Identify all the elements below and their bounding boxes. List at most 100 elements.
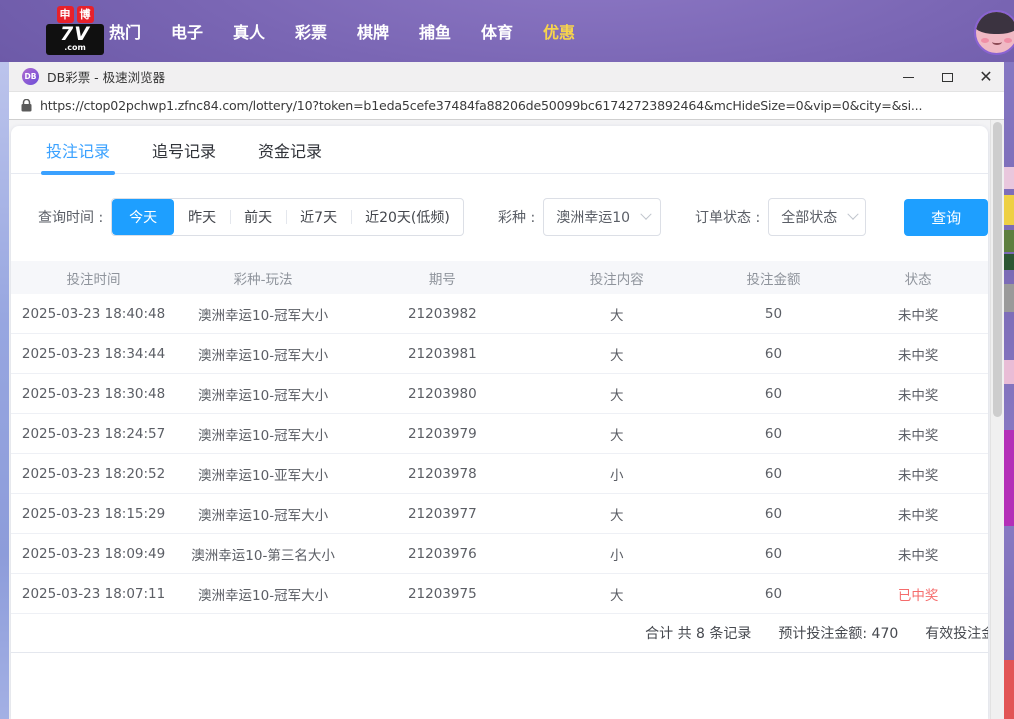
cell-status: 未中奖 xyxy=(848,384,988,404)
header-cell-状态: 状态 xyxy=(848,268,988,288)
table-row[interactable]: 2025-03-23 18:20:52澳洲幸运10-亚军大小21203978小6… xyxy=(11,454,988,494)
cell-time: 2025-03-23 18:07:11 xyxy=(11,586,176,602)
logo-main: 7V .com xyxy=(46,24,104,55)
minimize-button[interactable] xyxy=(900,69,916,85)
table-row[interactable]: 2025-03-23 18:30:48澳洲幸运10-冠军大小21203980大6… xyxy=(11,374,988,414)
cell-content: 大 xyxy=(535,384,699,404)
cell-issue: 21203979 xyxy=(350,426,535,442)
nav-item-棋牌[interactable]: 棋牌 xyxy=(356,19,390,43)
header-cell-投注金额: 投注金额 xyxy=(699,268,848,288)
cell-status: 未中奖 xyxy=(848,344,988,364)
bet-records-table: 投注时间彩种-玩法期号投注内容投注金额状态 2025-03-23 18:40:4… xyxy=(11,261,988,614)
vertical-scrollbar[interactable] xyxy=(990,120,1004,719)
header-cell-投注时间: 投注时间 xyxy=(11,268,176,288)
cell-time: 2025-03-23 18:40:48 xyxy=(11,306,176,322)
cell-game: 澳洲幸运10-冠军大小 xyxy=(176,504,350,524)
nav-item-彩票[interactable]: 彩票 xyxy=(294,19,328,43)
cell-game: 澳洲幸运10-第三名大小 xyxy=(176,544,350,564)
logo-suffix-text: .com xyxy=(48,44,102,54)
cell-issue: 21203982 xyxy=(350,306,535,322)
site-logo[interactable]: 申 博 7V .com xyxy=(46,6,104,55)
cell-amount: 60 xyxy=(699,346,848,362)
background-left-sliver xyxy=(0,62,9,719)
nav-item-热门[interactable]: 热门 xyxy=(108,19,142,43)
table-row[interactable]: 2025-03-23 18:40:48澳洲幸运10-冠军大小21203982大5… xyxy=(11,294,988,334)
cell-issue: 21203980 xyxy=(350,386,535,402)
chevron-down-icon xyxy=(848,209,859,220)
cell-issue: 21203981 xyxy=(350,346,535,362)
time-option-近7天[interactable]: 近7天 xyxy=(286,199,351,235)
summary-expected-amount: 预计投注金额: 470 xyxy=(778,623,898,643)
time-option-昨天[interactable]: 昨天 xyxy=(174,199,230,235)
cell-amount: 60 xyxy=(699,386,848,402)
cell-time: 2025-03-23 18:15:29 xyxy=(11,506,176,522)
summary-valid-amount: 有效投注金额: xyxy=(925,623,988,643)
logo-brand-text: 7V xyxy=(48,24,102,44)
cell-content: 小 xyxy=(535,544,699,564)
cell-content: 大 xyxy=(535,304,699,324)
time-filter-group: 今天昨天前天近7天近20天(低频) xyxy=(111,198,464,236)
cell-game: 澳洲幸运10-冠军大小 xyxy=(176,424,350,444)
chevron-down-icon xyxy=(640,209,651,220)
time-option-近20天(低频)[interactable]: 近20天(低频) xyxy=(351,199,464,235)
cell-amount: 60 xyxy=(699,466,848,482)
time-option-前天[interactable]: 前天 xyxy=(230,199,286,235)
time-option-今天[interactable]: 今天 xyxy=(112,199,174,235)
status-select[interactable]: 全部状态 xyxy=(768,198,866,236)
tab-投注记录[interactable]: 投注记录 xyxy=(46,126,110,173)
maximize-icon xyxy=(942,73,953,82)
cell-time: 2025-03-23 18:20:52 xyxy=(11,466,176,482)
page-background: 投注记录追号记录资金记录 查询时间 : 今天昨天前天近7天近20天(低频) 彩种… xyxy=(9,120,1004,719)
cell-game: 澳洲幸运10-冠军大小 xyxy=(176,584,350,604)
header-cell-投注内容: 投注内容 xyxy=(535,268,699,288)
maximize-button[interactable] xyxy=(939,69,955,85)
cell-issue: 21203975 xyxy=(350,586,535,602)
cell-content: 大 xyxy=(535,424,699,444)
browser-urlbar[interactable]: https://ctop02pchwp1.zfnc84.com/lottery/… xyxy=(9,92,1004,120)
close-button[interactable]: ✕ xyxy=(978,69,994,85)
logo-badge-1: 申 xyxy=(57,6,74,23)
cell-issue: 21203978 xyxy=(350,466,535,482)
site-nav-items: 热门 电子 真人 彩票 棋牌 捕鱼 体育 优惠 xyxy=(108,0,576,62)
table-row[interactable]: 2025-03-23 18:09:49澳洲幸运10-第三名大小21203976小… xyxy=(11,534,988,574)
browser-titlebar[interactable]: DB DB彩票 - 极速浏览器 ✕ xyxy=(9,62,1004,92)
cell-amount: 60 xyxy=(699,426,848,442)
header-cell-期号: 期号 xyxy=(350,268,535,288)
cell-time: 2025-03-23 18:34:44 xyxy=(11,346,176,362)
window-controls: ✕ xyxy=(900,62,994,92)
close-icon: ✕ xyxy=(979,69,992,85)
scrollbar-thumb[interactable] xyxy=(993,122,1002,417)
cell-status: 未中奖 xyxy=(848,464,988,484)
favicon-icon: DB xyxy=(22,68,39,85)
time-filter-label: 查询时间 : xyxy=(38,207,103,227)
logo-badges: 申 博 xyxy=(46,6,104,23)
table-row[interactable]: 2025-03-23 18:24:57澳洲幸运10-冠军大小21203979大6… xyxy=(11,414,988,454)
cell-content: 小 xyxy=(535,464,699,484)
nav-item-优惠[interactable]: 优惠 xyxy=(542,19,576,43)
screen: 申 博 7V .com 热门 电子 真人 彩票 棋牌 捕鱼 体育 优惠 xyxy=(0,0,1014,719)
table-row[interactable]: 2025-03-23 18:07:11澳洲幸运10-冠军大小21203975大6… xyxy=(11,574,988,614)
nav-item-体育[interactable]: 体育 xyxy=(480,19,514,43)
tab-资金记录[interactable]: 资金记录 xyxy=(258,126,322,173)
search-button[interactable]: 查询 xyxy=(904,199,988,236)
tab-追号记录[interactable]: 追号记录 xyxy=(152,126,216,173)
cell-status: 未中奖 xyxy=(848,504,988,524)
cell-issue: 21203976 xyxy=(350,546,535,562)
user-avatar[interactable] xyxy=(974,10,1014,55)
record-tabs: 投注记录追号记录资金记录 xyxy=(11,126,988,174)
table-row[interactable]: 2025-03-23 18:34:44澳洲幸运10-冠军大小21203981大6… xyxy=(11,334,988,374)
cell-issue: 21203977 xyxy=(350,506,535,522)
cell-status: 未中奖 xyxy=(848,544,988,564)
nav-item-真人[interactable]: 真人 xyxy=(232,19,266,43)
table-row[interactable]: 2025-03-23 18:15:29澳洲幸运10-冠军大小21203977大6… xyxy=(11,494,988,534)
lottery-select[interactable]: 澳洲幸运10 xyxy=(543,198,661,236)
summary-bar: 合计 共 8 条记录 预计投注金额: 470 有效投注金额: xyxy=(11,614,988,653)
logo-badge-2: 博 xyxy=(77,6,94,23)
url-text[interactable]: https://ctop02pchwp1.zfnc84.com/lottery/… xyxy=(40,98,922,113)
nav-item-电子[interactable]: 电子 xyxy=(170,19,204,43)
nav-item-捕鱼[interactable]: 捕鱼 xyxy=(418,19,452,43)
lottery-filter-label: 彩种 : xyxy=(498,207,535,227)
cell-content: 大 xyxy=(535,584,699,604)
content-card: 投注记录追号记录资金记录 查询时间 : 今天昨天前天近7天近20天(低频) 彩种… xyxy=(11,126,988,719)
cell-game: 澳洲幸运10-冠军大小 xyxy=(176,304,350,324)
